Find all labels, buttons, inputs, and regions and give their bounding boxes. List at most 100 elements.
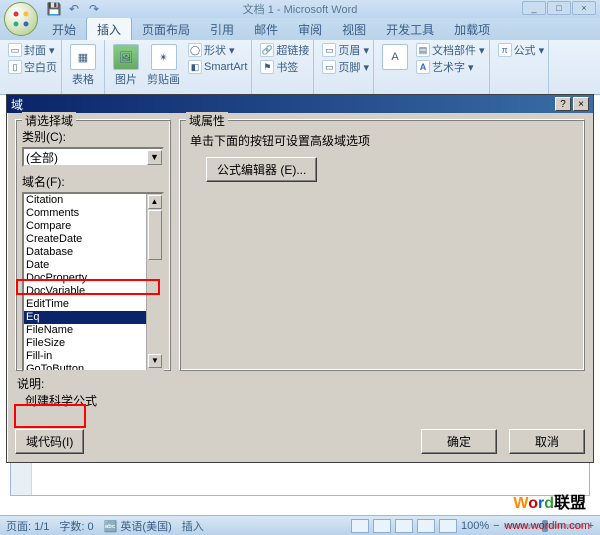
description-text: 创建科学公式 <box>17 392 171 409</box>
field-dialog: 域 ? × 请选择域 类别(C): (全部) ▼ 域名(F): Citation… <box>6 94 594 463</box>
view-draft-button[interactable] <box>439 519 457 533</box>
list-item[interactable]: DocVariable <box>24 285 162 298</box>
tab-references[interactable]: 引用 <box>200 18 244 40</box>
status-page[interactable]: 页面: 1/1 <box>6 518 49 534</box>
chevron-down-icon: ▼ <box>147 150 162 165</box>
picture-button[interactable]: 🖼图片 <box>109 42 143 89</box>
undo-icon[interactable]: ↶ <box>66 1 82 17</box>
group-tables: ▦表格 <box>62 40 105 94</box>
list-item[interactable]: Compare <box>24 220 162 233</box>
ok-button[interactable]: 确定 <box>421 429 497 454</box>
blank-page-button[interactable]: ▯空白页 <box>8 59 57 75</box>
tab-home[interactable]: 开始 <box>42 18 86 40</box>
list-item[interactable]: FileName <box>24 324 162 337</box>
field-codes-button[interactable]: 域代码(I) <box>15 429 84 454</box>
dialog-title: 域 <box>11 96 23 113</box>
list-item[interactable]: DocProperty <box>24 272 162 285</box>
category-value: (全部) <box>26 149 58 166</box>
tab-mailings[interactable]: 邮件 <box>244 18 288 40</box>
ribbon: ▭封面 ▾ ▯空白页 ▦表格 🖼图片 ✴剪贴画 ◯形状 ▾ ◧SmartArt … <box>0 40 600 95</box>
scroll-up-icon[interactable]: ▲ <box>148 195 162 209</box>
formula-editor-button[interactable]: 公式编辑器 (E)... <box>206 157 317 182</box>
list-item[interactable]: Database <box>24 246 162 259</box>
fieldname-listbox[interactable]: CitationCommentsCompareCreateDateDatabas… <box>22 192 164 372</box>
zoom-level[interactable]: 100% <box>461 520 489 532</box>
table-icon: ▦ <box>70 44 96 70</box>
cancel-button[interactable]: 取消 <box>509 429 585 454</box>
tab-view[interactable]: 视图 <box>332 18 376 40</box>
tab-review[interactable]: 审阅 <box>288 18 332 40</box>
footer-button[interactable]: ▭页脚 ▾ <box>322 59 369 75</box>
watermark: Word联盟 <box>513 489 586 513</box>
shapes-button[interactable]: ◯形状 ▾ <box>188 42 247 58</box>
smartart-button[interactable]: ◧SmartArt <box>188 59 247 75</box>
scrollbar[interactable]: ▲ ▼ <box>146 194 162 370</box>
field-properties-hint: 单击下面的按钮可设置高级域选项 <box>190 132 578 149</box>
clipart-icon: ✴ <box>151 44 177 70</box>
save-icon[interactable]: 💾 <box>46 1 62 17</box>
status-lang[interactable]: 🔤 英语(美国) <box>104 518 172 534</box>
textbox-button[interactable]: A <box>378 42 412 72</box>
group-text: A ▤文档部件 ▾ A艺术字 ▾ <box>374 40 490 94</box>
window-controls: _ □ × <box>522 1 596 15</box>
office-icon <box>11 9 31 29</box>
close-button[interactable]: × <box>572 1 596 15</box>
list-item[interactable]: Fill-in <box>24 350 162 363</box>
header-button[interactable]: ▭页眉 ▾ <box>322 42 369 58</box>
redo-icon[interactable]: ↷ <box>86 1 102 17</box>
maximize-button[interactable]: □ <box>547 1 571 15</box>
select-field-legend: 请选择域 <box>22 112 76 129</box>
bookmark-button[interactable]: ⚑书签 <box>260 59 309 75</box>
list-item[interactable]: FileSize <box>24 337 162 350</box>
view-web-button[interactable] <box>395 519 413 533</box>
scroll-thumb[interactable] <box>148 210 162 260</box>
list-item[interactable]: GoToButton <box>24 363 162 370</box>
zoom-out-button[interactable]: − <box>493 520 499 532</box>
status-words[interactable]: 字数: 0 <box>59 518 93 534</box>
office-button[interactable] <box>4 2 38 36</box>
dialog-close-button[interactable]: × <box>573 97 589 111</box>
list-item[interactable]: Citation <box>24 194 162 207</box>
status-mode[interactable]: 插入 <box>182 518 204 534</box>
view-fullscreen-button[interactable] <box>373 519 391 533</box>
group-headerfooter: ▭页眉 ▾ ▭页脚 ▾ <box>314 40 374 94</box>
description-label: 说明: <box>17 375 171 392</box>
hyperlink-button[interactable]: 🔗超链接 <box>260 42 309 58</box>
list-item[interactable]: Comments <box>24 207 162 220</box>
titlebar: 💾 ↶ ↷ 文档 1 - Microsoft Word _ □ × <box>0 0 600 18</box>
list-item[interactable]: Eq <box>24 311 162 324</box>
clipart-button[interactable]: ✴剪贴画 <box>143 42 184 89</box>
category-label: 类别(C): <box>22 128 164 145</box>
field-properties-fieldset: 域属性 单击下面的按钮可设置高级域选项 公式编辑器 (E)... <box>179 119 585 371</box>
group-symbols: π公式 ▾ <box>490 40 550 94</box>
equation-button[interactable]: π公式 ▾ <box>498 42 545 58</box>
category-combobox[interactable]: (全部) ▼ <box>22 147 164 167</box>
group-illustrations: 🖼图片 ✴剪贴画 ◯形状 ▾ ◧SmartArt <box>105 40 252 94</box>
scroll-down-icon[interactable]: ▼ <box>148 354 162 368</box>
list-item[interactable]: CreateDate <box>24 233 162 246</box>
fieldname-label: 域名(F): <box>22 173 164 190</box>
tab-developer[interactable]: 开发工具 <box>376 18 444 40</box>
view-print-button[interactable] <box>351 519 369 533</box>
quick-access-toolbar: 💾 ↶ ↷ <box>42 0 102 18</box>
tab-addins[interactable]: 加载项 <box>444 18 500 40</box>
wordart-button[interactable]: A艺术字 ▾ <box>416 59 485 75</box>
group-pages: ▭封面 ▾ ▯空白页 <box>0 40 62 94</box>
table-button[interactable]: ▦表格 <box>66 42 100 89</box>
list-item[interactable]: EditTime <box>24 298 162 311</box>
tab-layout[interactable]: 页面布局 <box>132 18 200 40</box>
group-links: 🔗超链接 ⚑书签 <box>252 40 314 94</box>
ribbon-tabs: 开始 插入 页面布局 引用 邮件 审阅 视图 开发工具 加载项 <box>0 18 600 40</box>
view-outline-button[interactable] <box>417 519 435 533</box>
window-title: 文档 1 - Microsoft Word <box>243 1 358 17</box>
cover-page-button[interactable]: ▭封面 ▾ <box>8 42 57 58</box>
quickparts-button[interactable]: ▤文档部件 ▾ <box>416 42 485 58</box>
textbox-icon: A <box>382 44 408 70</box>
dialog-titlebar[interactable]: 域 ? × <box>7 95 593 113</box>
dialog-help-button[interactable]: ? <box>555 97 571 111</box>
watermark-url: www.wordlm.com <box>504 520 590 532</box>
picture-icon: 🖼 <box>113 44 139 70</box>
minimize-button[interactable]: _ <box>522 1 546 15</box>
list-item[interactable]: Date <box>24 259 162 272</box>
tab-insert[interactable]: 插入 <box>86 17 132 40</box>
